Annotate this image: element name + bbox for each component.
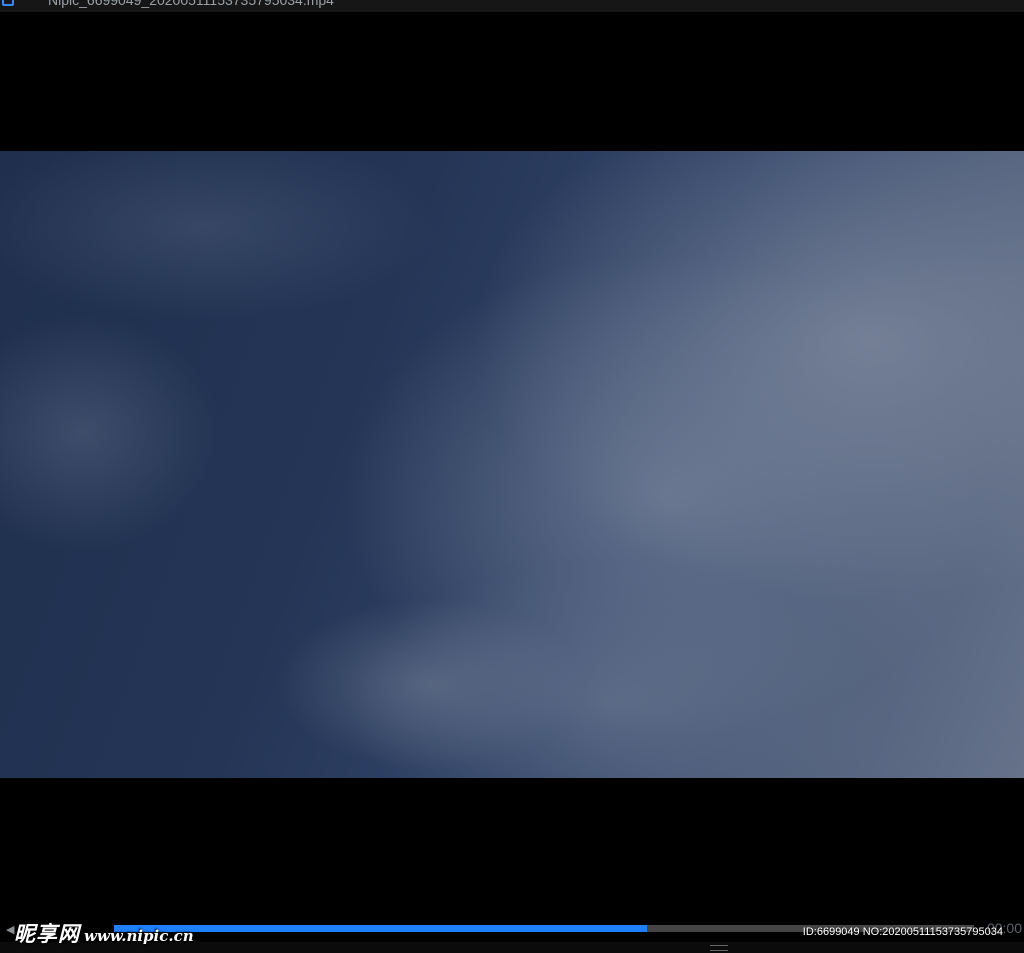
app-icon[interactable] — [2, 0, 14, 6]
watermark-id: ID:6699049 NO:20200511153735795034 — [802, 926, 1003, 938]
menu-icon[interactable] — [710, 945, 728, 951]
window-title: Nipic_6699049_20200511153735795034.mp4 — [48, 0, 334, 8]
watermark-logo-text: 昵享网 — [14, 921, 80, 946]
video-viewport[interactable] — [0, 12, 1024, 918]
watermark-url: www.nipic.cn — [84, 927, 194, 945]
watermark-logo: 昵享网 www.nipic.cn — [14, 918, 194, 948]
video-frame-sky[interactable] — [0, 151, 1024, 778]
title-bar: Nipic_6699049_20200511153735795034.mp4 — [0, 0, 1024, 12]
